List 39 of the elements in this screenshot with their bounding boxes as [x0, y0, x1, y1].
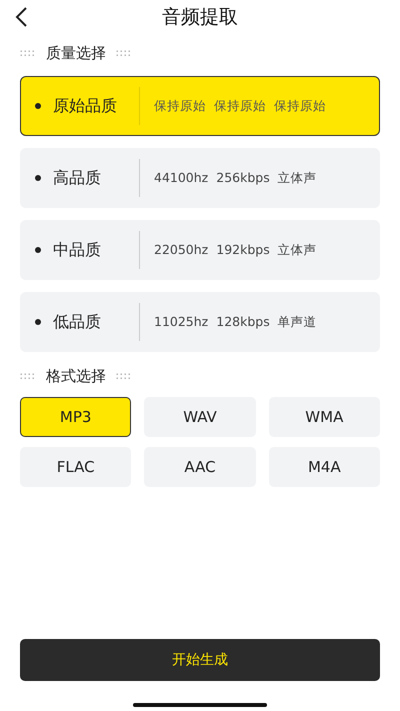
section-title: 质量选择: [46, 44, 106, 62]
quality-detail: 保持原始: [274, 98, 326, 114]
quality-detail: 11025hz: [154, 314, 208, 330]
section-title: 格式选择: [46, 366, 106, 386]
dots-icon: [20, 373, 36, 379]
quality-detail: 单声道: [278, 314, 317, 330]
quality-detail: 立体声: [278, 242, 317, 258]
bullet-icon: [35, 175, 41, 181]
bullet-icon: [35, 247, 41, 253]
quality-detail: 22050hz: [154, 242, 208, 258]
bullet-icon: [35, 319, 41, 325]
quality-detail: 保持原始: [154, 98, 206, 114]
quality-option[interactable]: 原始品质 保持原始 保持原始 保持原始: [20, 76, 380, 136]
quality-detail: 保持原始: [214, 98, 266, 114]
page-title: 音频提取: [162, 5, 238, 30]
format-option[interactable]: WAV: [144, 397, 256, 437]
quality-detail: 立体声: [278, 170, 317, 186]
quality-detail: 256kbps: [216, 170, 270, 186]
dots-icon: [20, 50, 36, 56]
quality-name: 高品质: [53, 168, 102, 188]
quality-detail: 44100hz: [154, 170, 208, 186]
back-icon[interactable]: [14, 6, 28, 28]
quality-detail: 192kbps: [216, 242, 270, 258]
quality-name: 中品质: [53, 240, 102, 260]
dots-icon: [116, 50, 132, 56]
quality-option[interactable]: 中品质 22050hz 192kbps 立体声: [20, 220, 380, 280]
format-option[interactable]: AAC: [144, 447, 256, 487]
start-button[interactable]: 开始生成: [20, 639, 380, 681]
quality-option[interactable]: 低品质 11025hz 128kbps 单声道: [20, 292, 380, 352]
format-option[interactable]: WMA: [268, 397, 380, 437]
bullet-icon: [35, 103, 41, 109]
format-option[interactable]: FLAC: [20, 447, 132, 487]
quality-name: 低品质: [53, 312, 102, 332]
quality-detail: 128kbps: [216, 314, 270, 330]
quality-option[interactable]: 高品质 44100hz 256kbps 立体声: [20, 148, 380, 208]
dots-icon: [116, 373, 132, 379]
quality-name: 原始品质: [53, 96, 118, 116]
format-option[interactable]: MP3: [20, 397, 132, 437]
format-option[interactable]: M4A: [268, 447, 380, 487]
